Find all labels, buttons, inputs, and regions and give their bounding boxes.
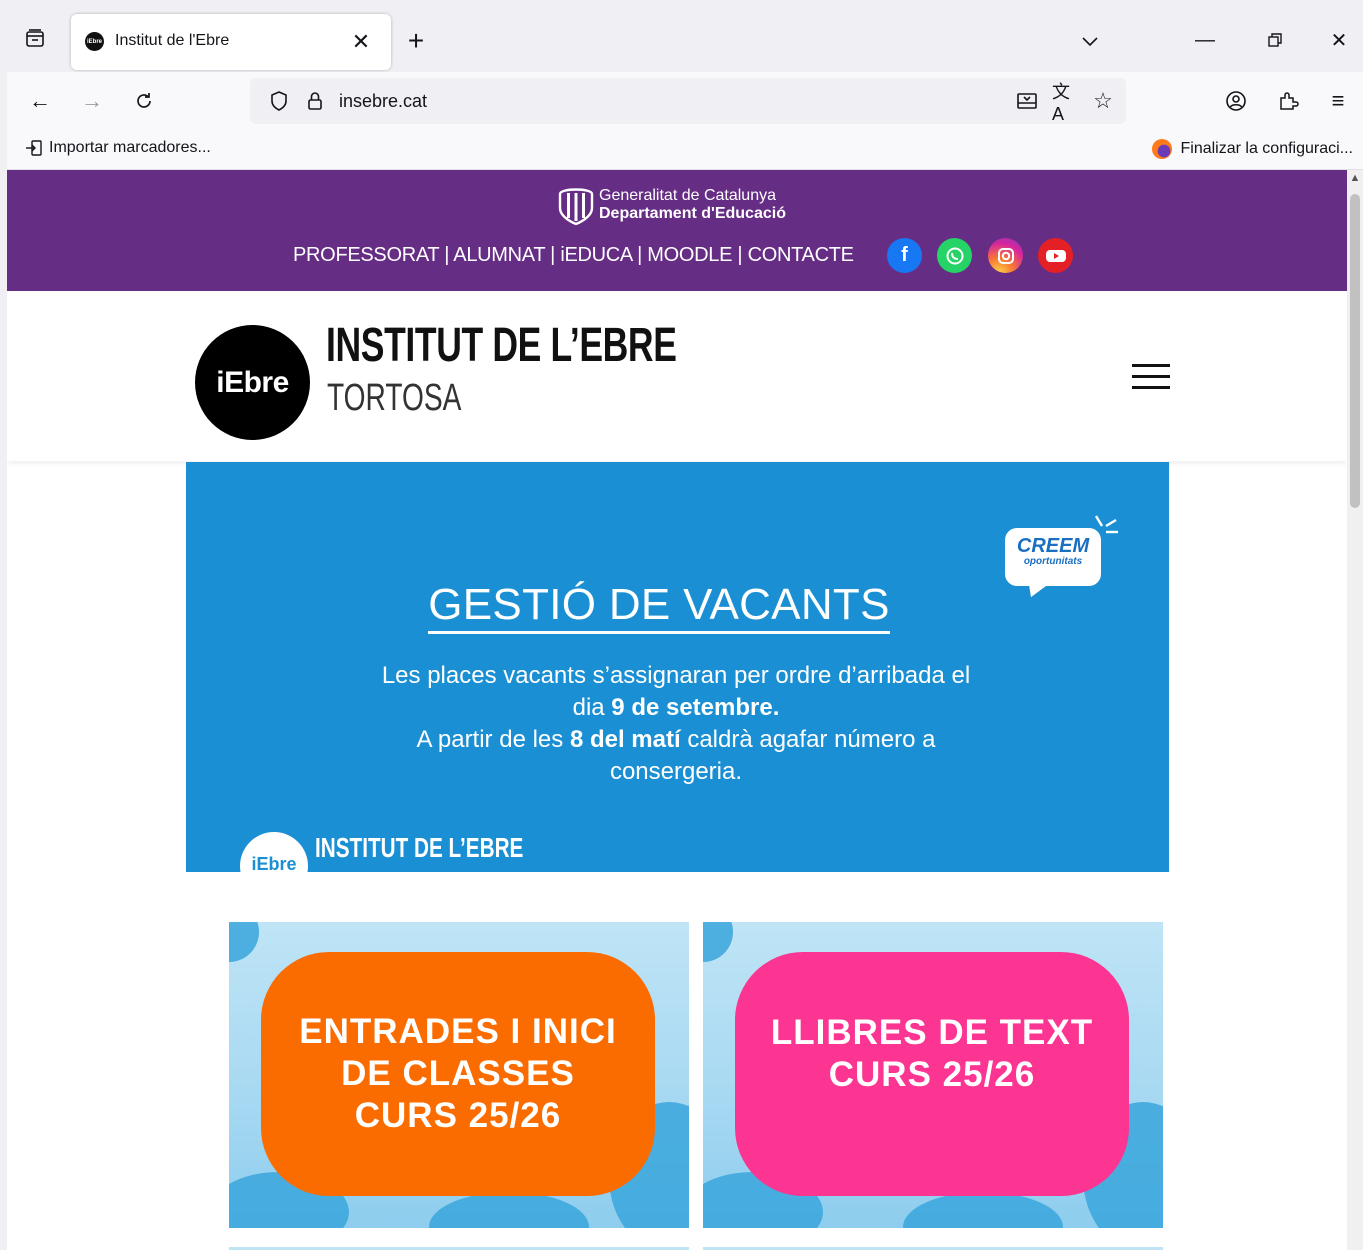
chevron-down-icon[interactable] [1073,26,1107,56]
close-window-button[interactable]: ✕ [1319,22,1359,58]
splash-decor [229,922,259,962]
banner-text: Les places vacants s’assignaran per ordr… [326,660,1026,788]
creem-title: CREEM [1016,535,1090,557]
scroll-up-icon[interactable]: ▲ [1347,172,1363,186]
top-nav-links[interactable]: PROFESSORAT | ALUMNAT | iEDUCA | MOODLE … [293,244,854,267]
url-bar[interactable]: insebre.cat 文A ☆ [250,78,1126,124]
banner-line-2-pre: dia [572,694,612,721]
url-text: insebre.cat [339,91,428,111]
gencat-brand[interactable]: Generalitat de Catalunya Departament d'E… [557,184,786,226]
close-tab-icon[interactable]: ✕ [345,26,377,58]
youtube-icon[interactable] [1038,238,1073,273]
instagram-icon[interactable] [988,238,1023,273]
card-llibres-pill: LLIBRES DE TEXT CURS 25/26 [735,952,1129,1196]
site-logo[interactable]: iEbre [195,325,310,440]
card-entrades-pill: ENTRADES I INICI DE CLASSES CURS 25/26 [261,952,655,1196]
card-entrades[interactable]: ENTRADES I INICI DE CLASSES CURS 25/26 [229,922,689,1228]
banner-line-1: Les places vacants s’assignaran per ordr… [381,662,971,689]
tab-active[interactable]: iEbre Institut de l'Ebre ✕ [71,14,391,70]
creem-subtitle: oportunitats [1023,556,1083,567]
account-icon[interactable] [1219,84,1253,118]
translate-icon[interactable]: 文A [1052,82,1078,124]
banner-title-text: GESTIÓ DE VACANTS [428,580,890,634]
import-icon [26,140,42,156]
tab-title: Institut de l'Ebre [115,32,230,49]
extensions-icon[interactable] [1271,84,1305,118]
finish-setup-link[interactable]: Finalizar la configuraci... [1152,139,1353,159]
banner-title: GESTIÓ DE VACANTS [186,580,1132,634]
tab-overview-icon[interactable] [17,20,53,56]
bookmark-star-icon[interactable]: ☆ [1090,88,1116,114]
banner-line-3: A partir de les 8 del matí caldrà agafar… [326,724,1026,756]
gencat-name: Generalitat de Catalunya [599,187,776,204]
favicon-icon: iEbre [85,32,104,51]
banner-mini-title: INSTITUT DE L’EBRE [315,832,524,863]
banner-line-3-pre: A partir de les [416,726,570,753]
banner-mini-logo: iEbre [240,832,308,872]
card-llibres[interactable]: LLIBRES DE TEXT CURS 25/26 [703,922,1163,1228]
tab-strip: iEbre Institut de l'Ebre ✕ + — ✕ [7,8,1363,72]
banner-line-3-post: caldrà agafar número a [680,726,936,753]
gencat-department: Departament d'Educació [599,205,786,222]
site-header: iEbre INSTITUT DE L’EBRE TORTOSA [7,291,1347,461]
gencat-logo-icon [558,188,594,226]
reader-view-icon[interactable] [1014,88,1040,114]
site-title[interactable]: INSTITUT DE L’EBRE [326,318,677,373]
page-scrollbar[interactable]: ▲ [1347,170,1363,1250]
scroll-thumb[interactable] [1350,194,1360,508]
card-entrades-text: ENTRADES I INICI DE CLASSES CURS 25/26 [299,1012,617,1135]
whatsapp-icon[interactable] [937,238,972,273]
banner-line-4: consergeria. [609,758,743,785]
facebook-icon[interactable]: f [887,238,922,273]
hero-banner[interactable]: CREEM oportunitats GESTIÓ DE VACANTS Les… [186,462,1169,872]
sparkle-icon [1094,515,1118,534]
banner-line-2: dia 9 de setembre. [326,692,1026,724]
lock-icon[interactable] [302,88,328,114]
nav-bar: ← → insebre.cat 文A ☆ ≡ [7,72,1363,128]
reload-button[interactable] [127,84,161,118]
page-viewport: Generalitat de Catalunya Departament d'E… [7,170,1347,1250]
top-bar: Generalitat de Catalunya Departament d'E… [7,170,1347,291]
splash-decor [429,1192,589,1228]
splash-decor [903,1192,1063,1228]
hamburger-menu-icon[interactable] [1132,364,1170,392]
import-bookmarks-label: Importar marcadores... [49,139,211,156]
banner-line-2-bold: 9 de setembre. [611,694,780,721]
creem-badge: CREEM oportunitats [1005,528,1101,586]
forward-button[interactable]: → [75,84,109,118]
bookmarks-bar: Importar marcadores... Finalizar la conf… [7,128,1363,170]
site-subtitle: TORTOSA [327,377,462,419]
shield-icon[interactable] [266,88,292,114]
import-bookmarks-link[interactable]: Importar marcadores... [25,139,211,157]
menu-icon[interactable]: ≡ [1321,84,1355,118]
card-llibres-text: LLIBRES DE TEXT CURS 25/26 [770,1013,1094,1094]
banner-line-3-bold: 8 del matí [569,726,681,753]
new-tab-button[interactable]: + [399,24,433,58]
back-button[interactable]: ← [23,84,57,118]
restore-button[interactable] [1255,22,1295,58]
finish-setup-label: Finalizar la configuraci... [1180,140,1353,157]
firefox-icon [1152,139,1173,159]
minimize-button[interactable]: — [1185,22,1225,58]
splash-decor [703,922,733,962]
